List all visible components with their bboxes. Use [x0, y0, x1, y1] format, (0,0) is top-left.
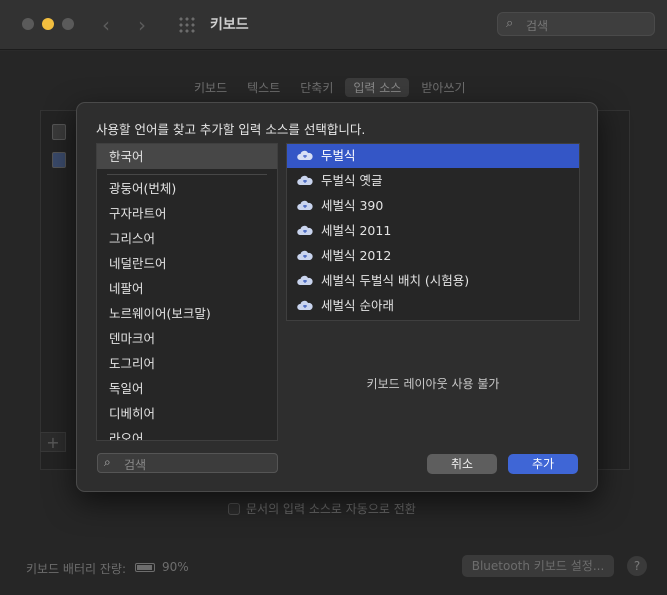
language-item[interactable]: 도그리어: [97, 351, 277, 376]
input-source-label: 두벌식: [321, 148, 356, 163]
input-source-korean-icon: [52, 152, 66, 168]
hangul-cloud-icon: [297, 225, 313, 235]
hangul-cloud-icon: [297, 200, 313, 210]
tab-keyboard: 키보드: [194, 81, 228, 95]
forward-arrow-icon[interactable]: ›: [138, 13, 146, 37]
tab-input-sources: 입력 소스: [345, 78, 410, 97]
add-input-source-sheet: 사용할 언어를 찾고 추가할 입력 소스를 선택합니다. 한국어 광둥어(번체)…: [76, 102, 598, 492]
close-window-button[interactable]: [22, 18, 34, 30]
back-arrow-icon[interactable]: ‹: [102, 13, 110, 37]
language-item[interactable]: 덴마크어: [97, 326, 277, 351]
language-item[interactable]: 독일어: [97, 376, 277, 401]
preferences-search-field[interactable]: ⌕ 검색: [497, 12, 655, 36]
input-source-label: 세벌식 두벌식 배치 (시험용): [321, 273, 470, 288]
hangul-cloud-icon: [297, 300, 313, 310]
auto-switch-checkbox: [228, 503, 240, 515]
language-item-korean[interactable]: 한국어: [97, 144, 277, 169]
background-tab-bar: 키보드 텍스트 단축키 입력 소스 받아쓰기: [186, 78, 474, 97]
input-source-label: 세벌식 순아래: [321, 298, 394, 313]
input-source-abc-icon: [52, 124, 66, 140]
search-placeholder: 검색: [526, 19, 549, 33]
language-list[interactable]: 한국어 광둥어(번체) 구자라트어 그리스어 네덜란드어 네팔어 노르웨이어(보…: [96, 143, 278, 441]
dialog-prompt: 사용할 언어를 찾고 추가할 입력 소스를 선택합니다.: [96, 122, 366, 137]
add-button[interactable]: 추가: [508, 454, 578, 474]
language-list-separator: [107, 174, 267, 175]
battery-label: 키보드 배터리 잔량:: [26, 562, 126, 576]
hangul-cloud-icon: [297, 150, 313, 160]
bluetooth-keyboard-setup-button: Bluetooth 키보드 설정...: [462, 555, 614, 577]
input-source-label: 세벌식 390: [321, 198, 384, 213]
search-icon: ⌕: [506, 16, 514, 31]
auto-switch-label: 문서의 입력 소스로 자동으로 전환: [246, 502, 416, 516]
language-item[interactable]: 그리스어: [97, 226, 277, 251]
language-item[interactable]: 네덜란드어: [97, 251, 277, 276]
search-placeholder: 검색: [124, 458, 147, 472]
language-item[interactable]: 라오어: [97, 426, 277, 440]
hangul-cloud-icon: [297, 250, 313, 260]
language-item[interactable]: 디베히어: [97, 401, 277, 426]
title-bar: ‹ › 키보드 ⌕ 검색: [0, 0, 667, 50]
input-source-item[interactable]: 세벌식 두벌식 배치 (시험용): [287, 269, 579, 293]
language-search-field[interactable]: ⌕ 검색: [97, 453, 278, 473]
language-item[interactable]: 광둥어(번체): [97, 176, 277, 201]
tab-shortcuts: 단축키: [300, 81, 334, 95]
input-source-item[interactable]: 세벌식 2011: [287, 219, 579, 243]
input-source-item[interactable]: 두벌식 옛글: [287, 169, 579, 193]
cancel-button[interactable]: 취소: [427, 454, 497, 474]
input-source-item-dubeolsik[interactable]: 두벌식: [287, 144, 579, 168]
language-item[interactable]: 구자라트어: [97, 201, 277, 226]
tab-dictation: 받아쓰기: [421, 81, 466, 95]
add-input-source-button: +: [40, 432, 66, 452]
window-title: 키보드: [210, 17, 249, 33]
input-source-label: 세벌식 2011: [321, 223, 392, 238]
input-source-item[interactable]: 세벌식 순아래: [287, 294, 579, 318]
battery-value: 90%: [162, 560, 189, 574]
show-all-grid-icon[interactable]: [178, 16, 196, 34]
input-source-list[interactable]: 두벌식 두벌식 옛글 세벌식 390 세벌식 2011 세벌식 2012 세벌식…: [286, 143, 580, 321]
language-item[interactable]: 노르웨이어(보크말): [97, 301, 277, 326]
battery-icon: [135, 563, 155, 572]
hangul-cloud-icon: [297, 275, 313, 285]
help-button: ?: [627, 556, 647, 576]
keyboard-layout-unavailable-message: 키보드 레이아웃 사용 불가: [366, 377, 500, 391]
zoom-window-button[interactable]: [62, 18, 74, 30]
tab-text: 텍스트: [247, 81, 281, 95]
language-item[interactable]: 네팔어: [97, 276, 277, 301]
search-icon: ⌕: [104, 455, 111, 469]
minimize-window-button[interactable]: [42, 18, 54, 30]
input-source-label: 세벌식 2012: [321, 248, 392, 263]
hangul-cloud-icon: [297, 175, 313, 185]
input-source-label: 두벌식 옛글: [321, 173, 383, 188]
input-source-item[interactable]: 세벌식 390: [287, 194, 579, 218]
input-source-item[interactable]: 세벌식 2012: [287, 244, 579, 268]
